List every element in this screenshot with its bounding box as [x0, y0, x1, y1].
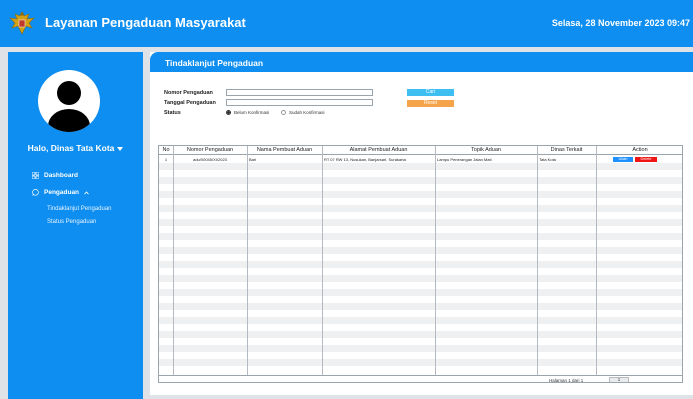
pengaduan-table: 1 adu/00045/XI/2023 Bari RT 07 RW 13, Nusuk…	[158, 145, 683, 383]
table-row	[159, 352, 682, 359]
card-header: Tindaklanjut Pengaduan	[150, 52, 693, 72]
table-cell-topik: Lampu Penerangan Jalan Mati	[437, 157, 492, 162]
table-row	[159, 184, 682, 191]
table-row	[159, 296, 682, 303]
whatsapp-icon	[32, 189, 39, 196]
table-row	[159, 289, 682, 296]
column-header-dinas: Dinas Terkait	[550, 147, 583, 153]
sidebar-subitem-tindaklanjut[interactable]: Tindaklanjut Pengaduan	[47, 206, 112, 212]
delete-button[interactable]: Delete	[635, 157, 657, 162]
cari-button[interactable]: Cari	[407, 89, 454, 96]
user-greeting: Halo, Dinas Tata Kota	[27, 143, 115, 153]
table-row	[159, 261, 682, 268]
pagination-info: Halaman 1 dari 1	[549, 378, 584, 383]
chevron-up-icon	[84, 190, 89, 194]
table-row	[159, 163, 682, 170]
table-row	[159, 310, 682, 317]
table-row	[159, 338, 682, 345]
table-row	[159, 359, 682, 366]
sidebar-item-pengaduan[interactable]: Pengaduan	[32, 189, 89, 196]
sidebar-item-label: Pengaduan	[44, 189, 80, 196]
avatar	[38, 70, 100, 132]
table-row	[159, 303, 682, 310]
table-row	[159, 268, 682, 275]
column-header-nomor: Nomor Pengaduan	[186, 147, 234, 153]
column-divider	[173, 146, 174, 375]
page-number-button[interactable]: 1	[609, 377, 629, 382]
table-cell-nomor: adu/00045/XI/2023	[193, 157, 227, 162]
table-row	[159, 198, 682, 205]
column-header-alamat: Alamat Pembuat Aduan	[349, 147, 408, 153]
nomor-label: Nomor Pengaduan	[164, 90, 213, 96]
table-row	[159, 177, 682, 184]
table-cell-no: 1	[164, 157, 168, 162]
user-menu-toggle[interactable]: Halo, Dinas Tata Kota	[8, 143, 143, 153]
table-row	[159, 317, 682, 324]
page-title: Tindaklanjut Pengaduan	[165, 58, 264, 68]
column-divider	[537, 146, 538, 375]
column-header-no: No	[162, 147, 170, 153]
app-title: Layanan Pengaduan Masyarakat	[45, 15, 246, 30]
column-divider	[322, 146, 323, 375]
column-header-nama: Nama Pembuat Aduan	[256, 147, 313, 153]
radio-selected-icon	[226, 110, 231, 115]
ubah-button[interactable]: Ubah	[613, 157, 633, 162]
user-avatar-icon	[48, 81, 90, 132]
status-radio-sudah[interactable]: Sudah Konfirmasi	[281, 110, 325, 115]
column-divider	[435, 146, 436, 375]
radio-label: Sudah Konfirmasi	[289, 110, 325, 115]
table-row	[159, 254, 682, 261]
sidebar-subitem-status[interactable]: Status Pengaduan	[47, 219, 96, 225]
table-row	[159, 331, 682, 338]
table-row	[159, 212, 682, 219]
top-header: Layanan Pengaduan Masyarakat Selasa, 28 …	[0, 0, 693, 47]
grid-icon	[32, 172, 39, 179]
table-cell-dinas: Tata Kota	[539, 157, 556, 162]
table-row	[159, 191, 682, 198]
column-divider	[596, 146, 597, 375]
column-header-action: Action	[632, 147, 648, 153]
table-row	[159, 226, 682, 233]
sidebar-item-dashboard[interactable]: Dashboard	[32, 172, 78, 179]
header-date: Selasa, 28 November 2023 09:47	[551, 18, 690, 28]
sidebar-item-label: Dashboard	[44, 172, 78, 179]
table-row	[159, 219, 682, 226]
table-row	[159, 324, 682, 331]
status-radio-belum[interactable]: Belum Konfirmasi	[226, 110, 269, 115]
app-window: Layanan Pengaduan Masyarakat Selasa, 28 …	[0, 0, 693, 399]
sidebar: Halo, Dinas Tata Kota Dashboard Pengadua…	[8, 52, 143, 399]
table-row	[159, 247, 682, 254]
table-row	[159, 282, 682, 289]
table-cell-alamat: RT 07 RW 13, Nusukan, Banjarsari, Suraka…	[324, 157, 406, 162]
caret-down-icon	[117, 146, 124, 151]
status-label: Status	[164, 110, 181, 116]
main-panel: Tindaklanjut Pengaduan Nomor Pengaduan T…	[150, 52, 693, 395]
table-row	[159, 240, 682, 247]
table-row	[159, 233, 682, 240]
tanggal-pengaduan-input[interactable]	[226, 99, 373, 106]
column-divider	[247, 146, 248, 375]
table-cell-nama: Bari	[249, 157, 257, 162]
table-row	[159, 366, 682, 373]
tanggal-label: Tanggal Pengaduan	[164, 100, 216, 106]
nomor-pengaduan-input[interactable]	[226, 89, 373, 96]
table-footer: Halaman 1 dari 1 1	[159, 375, 682, 383]
table-header: No Nomor Pengaduan Nama Pembuat Aduan Al…	[159, 146, 682, 155]
radio-empty-icon	[281, 110, 286, 115]
table-row	[159, 345, 682, 352]
garuda-logo-icon	[9, 11, 35, 35]
table-row	[159, 275, 682, 282]
table-row: 1 adu/00045/XI/2023 Bari RT 07 RW 13, Nusuk…	[159, 156, 682, 163]
radio-label: Belum Konfirmasi	[234, 110, 270, 115]
reset-button[interactable]: Reset	[407, 100, 454, 107]
table-row	[159, 205, 682, 212]
column-header-topik: Topik Aduan	[471, 147, 501, 153]
table-row	[159, 170, 682, 177]
